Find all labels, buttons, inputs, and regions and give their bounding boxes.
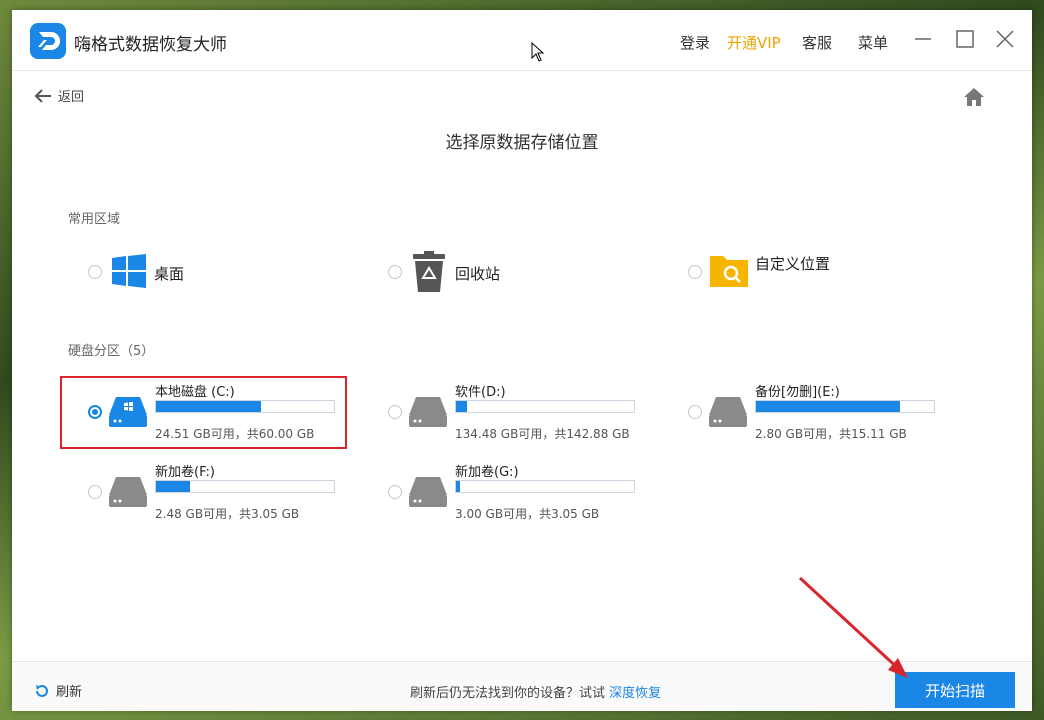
drive-name: 备份[勿删](E:) (755, 385, 840, 400)
drive-capacity-text: 134.48 GB可用，共142.88 GB (455, 427, 630, 441)
recycle-bin-radio[interactable] (388, 265, 402, 279)
drive-capacity-text: 24.51 GB可用，共60.00 GB (155, 427, 315, 441)
close-icon[interactable] (994, 28, 1016, 50)
drive-name: 新加卷(F:) (155, 465, 215, 480)
windows-icon (111, 253, 147, 289)
refresh-icon (36, 684, 48, 697)
disks-section-label: 硬盘分区（5） (68, 344, 155, 359)
vip-link[interactable]: 开通VIP (727, 32, 781, 53)
drive-usage-bar (755, 400, 935, 413)
arrow-left-icon (34, 88, 51, 103)
folder-search-icon (709, 252, 749, 288)
drive-radio[interactable] (88, 405, 102, 419)
drive-capacity-text: 3.00 GB可用，共3.05 GB (455, 507, 600, 521)
common-section-label: 常用区域 (68, 212, 121, 227)
hard-drive-icon (408, 395, 448, 429)
app-window: 嗨格式数据恢复大师 登录 开通VIP 客服 菜单 返回 选择原数据存储位置 常用… (12, 10, 1032, 711)
deep-recovery-link[interactable]: 深度恢复 (609, 686, 661, 701)
footer-bar: 刷新 刷新后仍无法找到你的设备？试试 深度恢复 开始扫描 (12, 661, 1032, 711)
drive-usage-fill (756, 401, 901, 412)
menu-link[interactable]: 菜单 (858, 32, 888, 53)
drive-usage-fill (156, 401, 262, 412)
drive-capacity-text: 2.80 GB可用，共15.11 GB (755, 427, 907, 441)
minimize-icon[interactable] (912, 28, 934, 50)
recycle-bin-label: 回收站 (455, 265, 501, 283)
title-bar: 嗨格式数据恢复大师 登录 开通VIP 客服 菜单 (12, 10, 1032, 71)
hard-drive-icon (408, 475, 448, 509)
drive-radio[interactable] (688, 405, 702, 419)
hard-drive-icon (708, 395, 748, 429)
drive-name: 新加卷(G:) (455, 465, 519, 480)
app-logo-icon (30, 23, 66, 59)
hard-drive-icon (108, 475, 148, 509)
drive-usage-bar (455, 400, 635, 413)
service-link[interactable]: 客服 (802, 32, 832, 53)
refresh-label: 刷新 (56, 685, 83, 700)
hint-text: 刷新后仍无法找到你的设备？试试 深度恢复 (410, 682, 661, 701)
drive-name: 本地磁盘 (C:) (155, 385, 235, 400)
custom-location-radio[interactable] (688, 265, 702, 279)
refresh-button[interactable]: 刷新 (34, 681, 82, 700)
desktop-label: 桌面 (154, 265, 185, 283)
page-title: 选择原数据存储位置 (445, 133, 599, 153)
login-link[interactable]: 登录 (680, 32, 710, 53)
back-label: 返回 (58, 90, 85, 105)
drive-radio[interactable] (88, 485, 102, 499)
hint-label: 刷新后仍无法找到你的设备？试试 (410, 686, 606, 701)
maximize-icon[interactable] (954, 28, 976, 50)
app-title: 嗨格式数据恢复大师 (74, 35, 227, 55)
drive-usage-bar (155, 400, 335, 413)
drive-usage-fill (456, 401, 467, 412)
drive-radio[interactable] (388, 485, 402, 499)
system-drive-icon (108, 395, 148, 429)
recycle-bin-icon (412, 251, 446, 293)
drive-usage-bar (155, 480, 335, 493)
custom-location-label: 自定义位置 (755, 255, 831, 273)
start-scan-button[interactable]: 开始扫描 (895, 672, 1015, 708)
drive-capacity-text: 2.48 GB可用，共3.05 GB (155, 507, 300, 521)
home-icon[interactable] (962, 86, 986, 108)
drive-usage-bar (455, 480, 635, 493)
drive-name: 软件(D:) (455, 385, 506, 400)
mouse-cursor-icon (531, 41, 545, 62)
drive-usage-fill (456, 481, 460, 492)
drive-usage-fill (156, 481, 190, 492)
desktop-radio[interactable] (88, 265, 102, 279)
drive-radio[interactable] (388, 405, 402, 419)
back-button[interactable]: 返回 (34, 86, 84, 105)
